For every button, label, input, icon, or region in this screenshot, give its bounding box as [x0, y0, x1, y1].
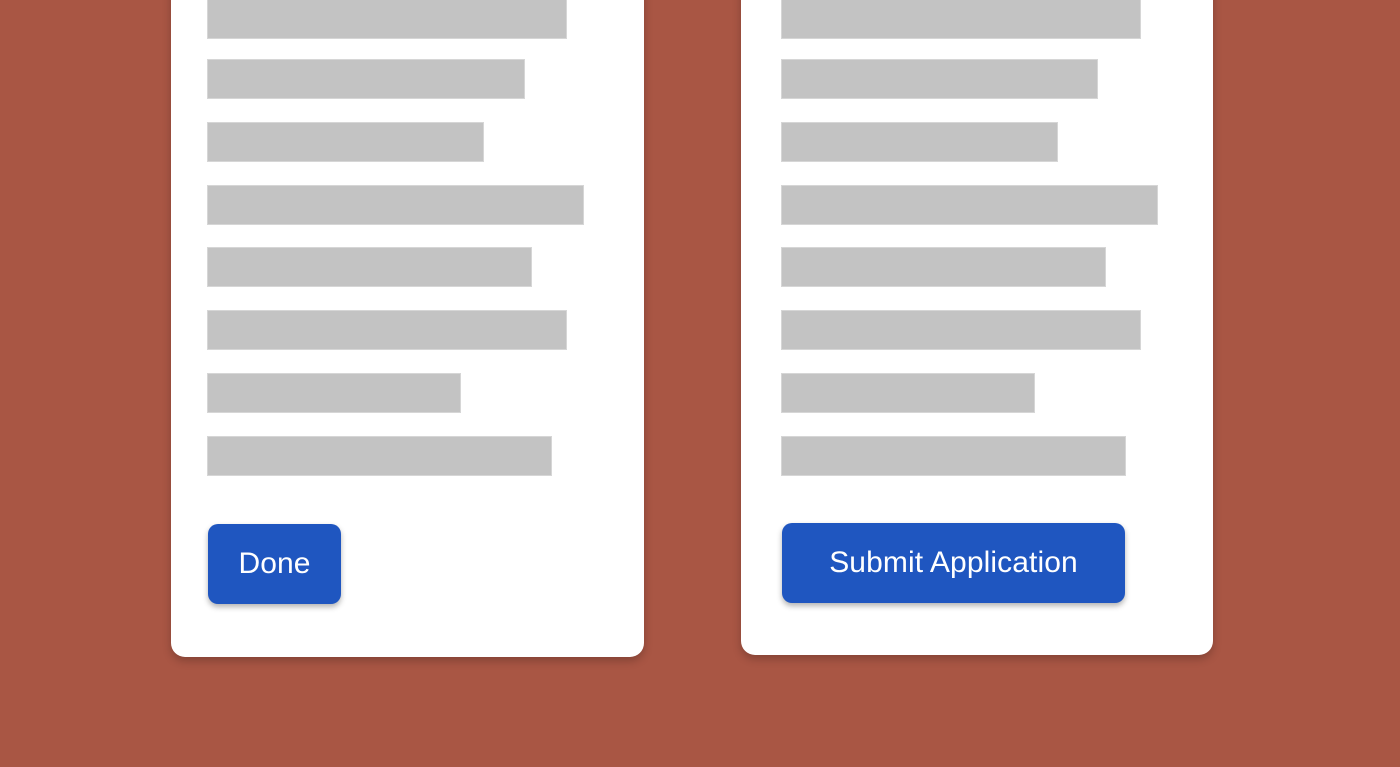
- skeleton-placeholder-bar: [208, 248, 531, 286]
- done-button[interactable]: Done: [208, 524, 341, 604]
- card-content: Done: [171, 0, 644, 657]
- right-form-card: Submit Application: [741, 0, 1213, 655]
- left-form-card: Done: [171, 0, 644, 657]
- skeleton-placeholder-bar: [782, 311, 1140, 349]
- page-background: Done Submit Application: [0, 0, 1400, 767]
- skeleton-placeholder-bar: [208, 186, 583, 224]
- skeleton-placeholder-bar: [208, 311, 566, 349]
- skeleton-placeholder-bar: [208, 437, 551, 475]
- skeleton-placeholder-bar: [782, 0, 1140, 38]
- skeleton-placeholder-bar: [782, 60, 1097, 98]
- skeleton-placeholder-bar: [208, 60, 524, 98]
- skeleton-placeholder-bar: [782, 186, 1157, 224]
- skeleton-placeholder-bar: [208, 0, 566, 38]
- skeleton-placeholder-bar: [782, 248, 1105, 286]
- submit-application-button[interactable]: Submit Application: [782, 523, 1125, 603]
- skeleton-placeholder-bar: [782, 123, 1057, 161]
- skeleton-placeholder-bar: [782, 437, 1125, 475]
- card-content: Submit Application: [741, 0, 1213, 655]
- skeleton-placeholder-bar: [782, 374, 1034, 412]
- skeleton-placeholder-bar: [208, 123, 483, 161]
- skeleton-placeholder-bar: [208, 374, 460, 412]
